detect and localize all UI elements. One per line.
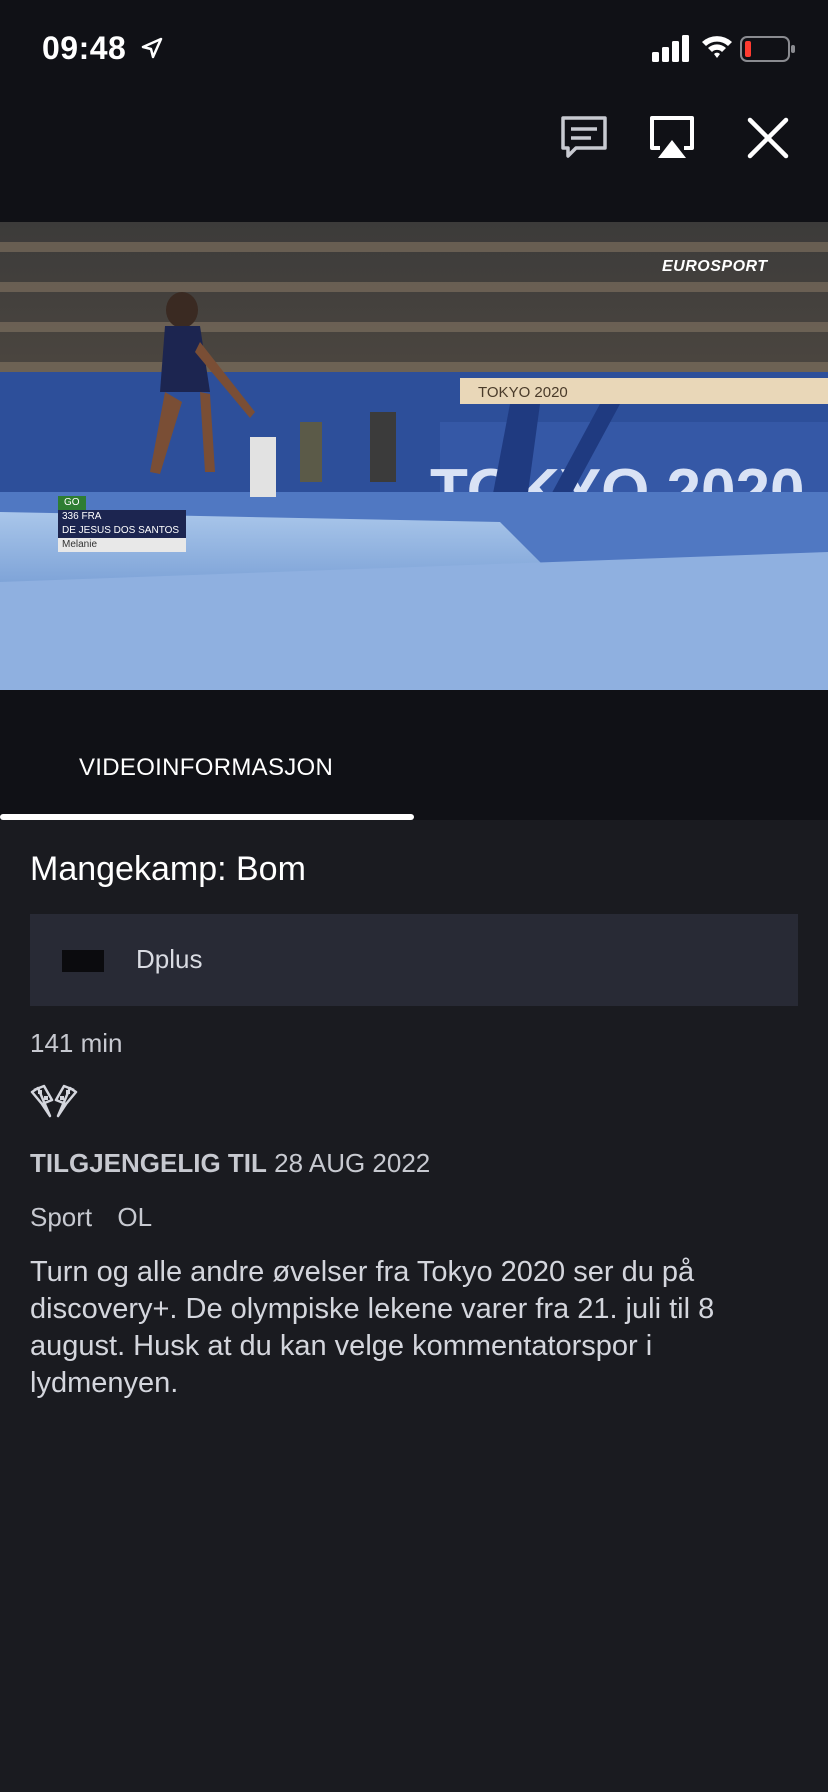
video-frame: TOKYO 2020 TOKYO 2020 bbox=[0, 222, 828, 690]
channel-logo: EUROSPORT bbox=[662, 258, 768, 275]
score-first-name: Melanie bbox=[58, 538, 186, 552]
airplay-icon bbox=[650, 116, 694, 158]
availability-date: 28 AUG 2022 bbox=[274, 1148, 431, 1178]
tag-item[interactable]: Sport bbox=[30, 1202, 92, 1232]
status-time: 09:48 bbox=[42, 30, 127, 66]
provider-name: Dplus bbox=[136, 944, 203, 974]
speech-bubble-lines-icon bbox=[561, 116, 607, 158]
availability: TILGJENGELIG TIL 28 AUG 2022 bbox=[30, 1148, 430, 1179]
tab-bar: VIDEOINFORMASJON bbox=[0, 690, 828, 820]
provider-logo bbox=[62, 950, 104, 972]
checkered-flags-icon bbox=[30, 1084, 78, 1118]
tag-item[interactable]: OL bbox=[117, 1202, 152, 1232]
video-title: Mangekamp: Bom bbox=[30, 850, 306, 888]
video-player[interactable]: TOKYO 2020 TOKYO 2020 EUROSPORT GO 336 F… bbox=[0, 222, 828, 690]
close-button[interactable] bbox=[742, 112, 794, 164]
battery-low-icon bbox=[740, 36, 795, 62]
provider-card[interactable]: Dplus bbox=[30, 914, 798, 1006]
svg-text:TOKYO 2020: TOKYO 2020 bbox=[478, 384, 568, 401]
airplay-button[interactable] bbox=[646, 112, 698, 164]
tab-videoinformasjon[interactable]: VIDEOINFORMASJON bbox=[79, 754, 333, 782]
score-graphic: GO 336 FRA DE JESUS DOS SANTOS Melanie bbox=[58, 496, 186, 552]
close-icon bbox=[747, 117, 789, 159]
score-status: GO bbox=[58, 496, 86, 510]
availability-label: TILGJENGELIG TIL bbox=[30, 1148, 267, 1178]
location-arrow-icon bbox=[141, 37, 163, 59]
cellular-signal-icon bbox=[652, 35, 689, 62]
player-header: 09:48 bbox=[0, 0, 828, 222]
wifi-icon bbox=[702, 36, 732, 58]
score-athlete: DE JESUS DOS SANTOS bbox=[58, 524, 186, 538]
subtitles-button[interactable] bbox=[558, 112, 610, 164]
description: Turn og alle andre øvelser fra Tokyo 202… bbox=[30, 1256, 715, 1399]
score-bib: 336 FRA bbox=[58, 510, 186, 524]
tags: Sport OL bbox=[30, 1202, 170, 1233]
tab-active-indicator bbox=[0, 814, 414, 820]
duration: 141 min bbox=[30, 1028, 123, 1058]
